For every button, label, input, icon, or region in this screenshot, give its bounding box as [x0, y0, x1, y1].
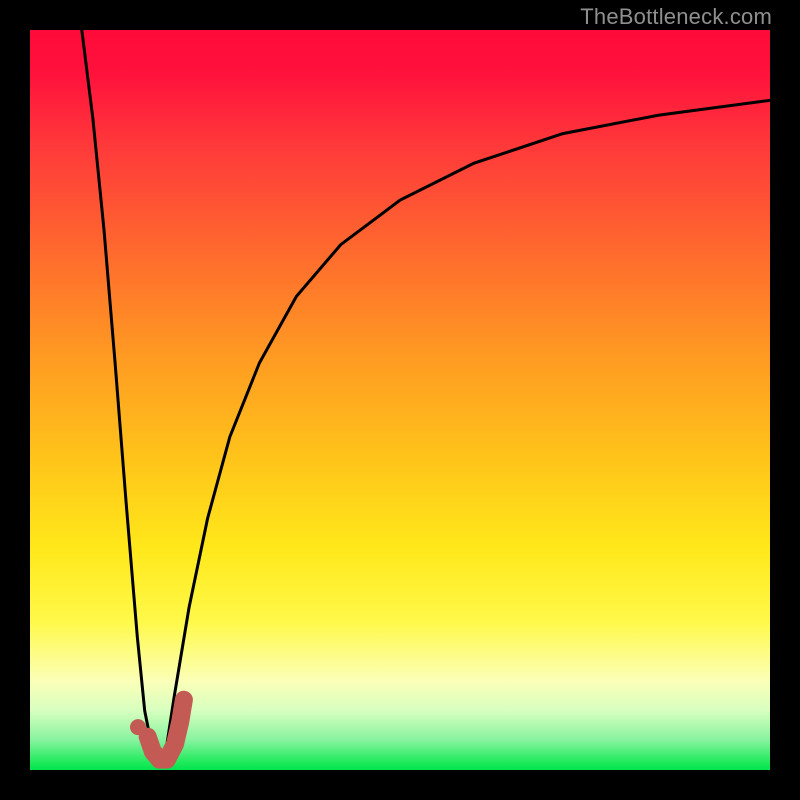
- marker-hook: [148, 700, 184, 760]
- curve-left-branch: [82, 30, 155, 759]
- curve-right-branch: [165, 100, 770, 759]
- marker-dot: [130, 719, 146, 735]
- plot-area: [30, 30, 770, 770]
- chart-svg: [30, 30, 770, 770]
- watermark-text: TheBottleneck.com: [580, 4, 772, 30]
- chart-frame: TheBottleneck.com: [0, 0, 800, 800]
